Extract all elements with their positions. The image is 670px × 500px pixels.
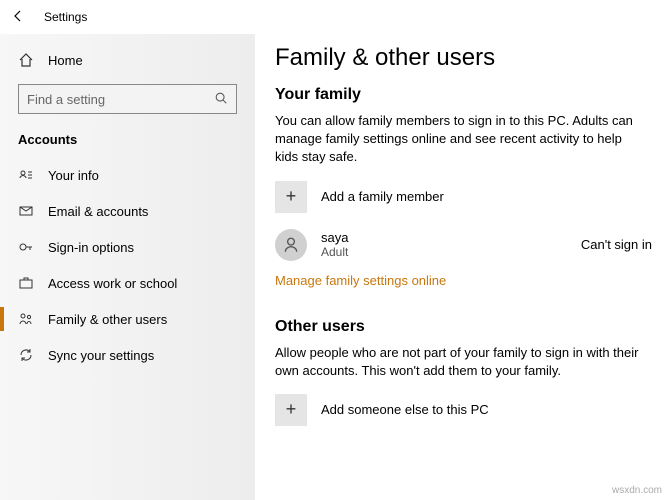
sidebar-home-label: Home [48,53,83,68]
sidebar-item-sync[interactable]: Sync your settings [0,337,255,373]
sidebar-item-label: Your info [48,168,99,183]
add-other-label: Add someone else to this PC [321,402,489,417]
search-placeholder: Find a setting [27,92,105,107]
key-icon [18,239,34,255]
main-content: Family & other users Your family You can… [255,34,670,500]
sidebar-item-label: Family & other users [48,312,167,327]
sidebar-item-work[interactable]: Access work or school [0,265,255,301]
manage-family-link[interactable]: Manage family settings online [275,273,446,288]
family-heading: Your family [275,86,652,104]
add-family-member-button[interactable]: + Add a family member [275,181,652,213]
home-icon [18,52,34,68]
sidebar-item-label: Email & accounts [48,204,148,219]
sidebar-home[interactable]: Home [0,42,255,78]
sync-icon [18,347,34,363]
plus-icon: + [275,181,307,213]
plus-icon: + [275,394,307,426]
titlebar: Settings [0,0,670,34]
sidebar-item-family[interactable]: Family & other users [0,301,255,337]
sidebar-section-label: Accounts [0,128,255,157]
person-card-icon [18,167,34,183]
sidebar-item-your-info[interactable]: Your info [0,157,255,193]
avatar-icon [275,229,307,261]
family-description: You can allow family members to sign in … [275,112,645,167]
search-input[interactable]: Find a setting [18,84,237,114]
member-name: saya [321,230,567,245]
sidebar-item-signin[interactable]: Sign-in options [0,229,255,265]
sidebar-item-label: Sign-in options [48,240,134,255]
watermark: wsxdn.com [612,485,662,496]
window-title: Settings [44,10,87,24]
add-other-user-button[interactable]: + Add someone else to this PC [275,394,652,426]
family-member-row[interactable]: saya Adult Can't sign in [275,229,652,261]
search-icon [214,91,228,108]
sidebar-item-label: Sync your settings [48,348,154,363]
sidebar: Home Find a setting Accounts Your info [0,34,255,500]
page-title: Family & other users [275,44,652,72]
back-icon[interactable] [10,8,26,27]
people-icon [18,311,34,327]
sidebar-item-email[interactable]: Email & accounts [0,193,255,229]
mail-icon [18,203,34,219]
member-role: Adult [321,245,567,259]
add-family-label: Add a family member [321,189,444,204]
other-description: Allow people who are not part of your fa… [275,344,645,380]
sidebar-item-label: Access work or school [48,276,177,291]
member-status: Can't sign in [581,237,652,252]
other-heading: Other users [275,318,652,336]
briefcase-icon [18,275,34,291]
